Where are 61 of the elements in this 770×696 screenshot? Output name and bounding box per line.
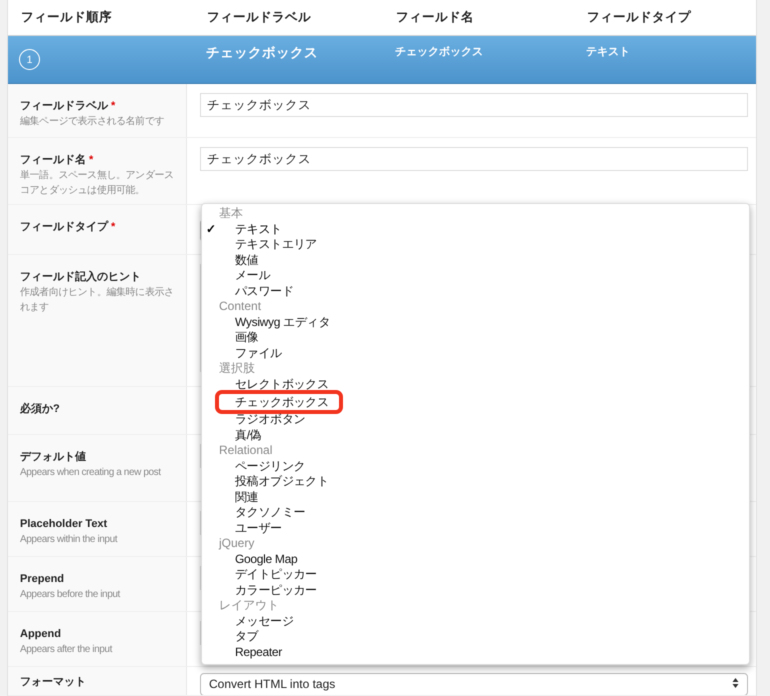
dropdown-option[interactable]: カラーピッカー (235, 582, 317, 598)
setting-label: 必須か? (20, 402, 61, 417)
setting-hint: Appears before the input (20, 588, 122, 602)
dropdown-option[interactable]: セレクトボックス (235, 376, 329, 392)
dropdown-option[interactable]: 投稿オブジェクト (235, 474, 329, 490)
dropdown-option[interactable]: 数値 (235, 252, 258, 268)
setting-label: フィールド名 * (20, 152, 94, 168)
option-group-label: Content (218, 299, 262, 314)
setting-label: Append (20, 627, 62, 642)
field-label-text: チェックボックス (205, 44, 319, 62)
setting-hint: Appears within the input (20, 533, 118, 547)
select-field[interactable]: Convert HTML into tags (200, 673, 748, 695)
dropdown-option[interactable]: テキストエリア (235, 237, 317, 252)
text-field[interactable]: チェックボックス (200, 93, 748, 117)
required-mark: * (89, 154, 94, 166)
dropdown-option[interactable]: メール (235, 268, 270, 284)
dropdown-option[interactable]: タブ (235, 629, 258, 644)
dropdown-option[interactable]: Repeater (235, 644, 282, 660)
setting-hint: 編集ページで表示される名前です (20, 114, 166, 129)
select-arrows-icon (732, 677, 739, 689)
order-number: 1 (19, 49, 40, 70)
column-header: フィールド順序 (20, 9, 113, 26)
dropdown-option[interactable]: 画像 (235, 330, 258, 346)
setting-label: フィールド記入のヒント (20, 270, 142, 285)
option-group-label: Relational (218, 443, 274, 458)
dropdown-option[interactable]: メッセージ (235, 614, 294, 629)
setting-label: Placeholder Text (20, 517, 108, 532)
dropdown-option[interactable]: パスワード (235, 284, 294, 299)
option-group-label: jQuery (218, 536, 256, 552)
dropdown-option[interactable]: ユーザー (235, 520, 282, 536)
field-name-text: チェックボックス (394, 45, 484, 60)
option-group-label: 基本 (218, 206, 244, 222)
field-type-text: テキスト (585, 45, 631, 60)
dropdown-option[interactable]: 関連 (235, 490, 258, 505)
required-mark: * (111, 221, 116, 233)
setting-label: Prepend (20, 572, 66, 587)
setting-label: フォーマット (20, 675, 87, 690)
dropdown-option[interactable]: Google Map (235, 552, 298, 567)
dropdown-option[interactable]: ラジオボタン (235, 412, 306, 428)
dropdown-option[interactable]: ページリンク (235, 458, 306, 474)
column-header: フィールド名 (395, 9, 475, 26)
setting-hint: Appears after the input (20, 643, 114, 657)
column-header: フィールドラベル (206, 9, 312, 26)
dropdown-option[interactable]: デイトピッカー (235, 567, 317, 582)
dropdown-option[interactable]: テキスト (235, 222, 282, 237)
column-header: フィールドタイプ (586, 9, 692, 26)
setting-label: フィールドラベル * (20, 99, 116, 114)
setting-hint: 単一語。スペース無し。アンダースコアとダッシュは使用可能。 (20, 168, 175, 198)
text-field[interactable]: チェックボックス (200, 147, 748, 171)
dropdown-option[interactable]: 真/偽 (235, 428, 262, 443)
check-icon: ✓ (202, 222, 235, 237)
dropdown-option[interactable]: タクソノミー (235, 505, 306, 520)
setting-hint: Appears when creating a new post (20, 466, 162, 480)
setting-label: フィールドタイプ * (20, 220, 116, 235)
dropdown-option[interactable]: Wysiwyg エディタ (235, 314, 330, 330)
setting-hint: 作成者向けヒント。編集時に表示されます (20, 286, 175, 315)
setting-label: デフォルト値 (20, 450, 87, 465)
option-group-label: 選択肢 (218, 361, 256, 376)
option-group-label: レイアウト (218, 598, 280, 614)
required-mark: * (111, 100, 116, 112)
dropdown-option[interactable]: ファイル (235, 346, 282, 361)
